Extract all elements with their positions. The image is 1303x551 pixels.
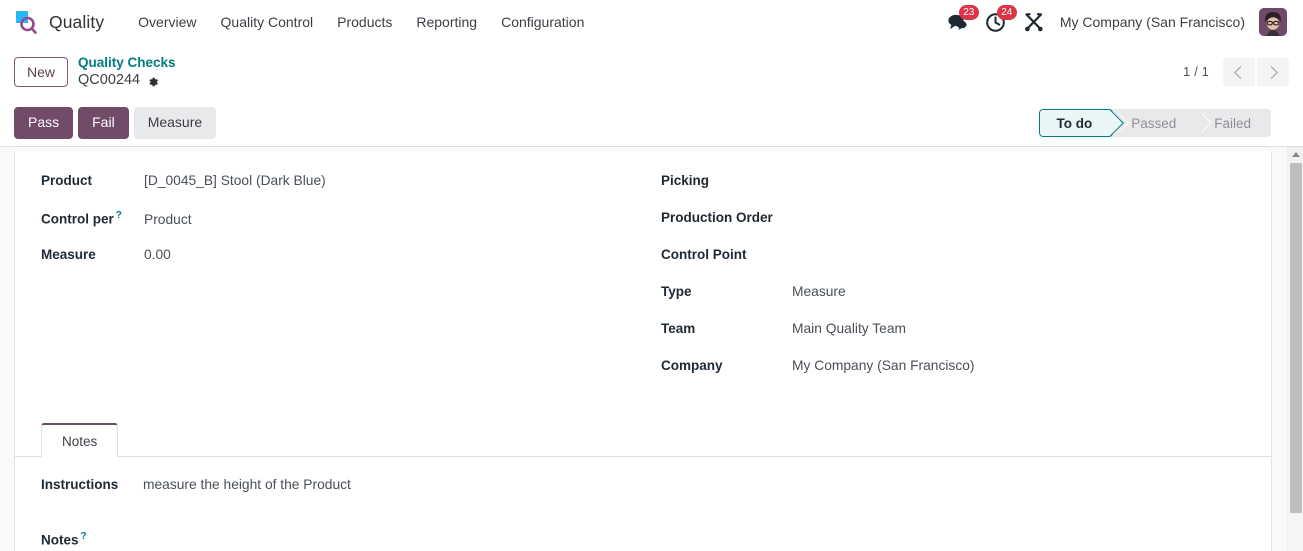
field-label-notes: Notes? [41,531,143,548]
breadcrumb-parent-quality-checks[interactable]: Quality Checks [78,55,176,72]
field-company: Company My Company (San Francisco) [661,358,1245,395]
field-label-control-point: Control Point [661,247,747,262]
chevron-right-icon [1265,65,1278,79]
menu-item-configuration[interactable]: Configuration [489,8,596,36]
status-stage-failed[interactable]: Failed [1196,109,1271,137]
scrollbar-thumb[interactable] [1290,163,1302,513]
menu-item-products[interactable]: Products [325,8,404,36]
field-label-production-order: Production Order [661,210,773,225]
field-picking: Picking [661,173,1245,210]
notebook: Notes Instructions measure the height of… [15,423,1271,548]
brand-name: Quality [49,11,105,32]
field-label-company: Company [661,358,723,373]
field-value-company[interactable]: My Company (San Francisco) [792,358,974,373]
field-value-control-per[interactable]: Product [144,212,192,227]
breadcrumb: Quality Checks QC00244 [78,55,176,90]
menu-item-quality-control[interactable]: Quality Control [209,8,326,36]
field-label-control-per: Control per? [41,210,144,227]
status-bar: To do Passed Failed [1039,109,1271,137]
app-brand[interactable]: Quality [10,9,104,35]
fail-button[interactable]: Fail [78,107,129,139]
gear-icon[interactable] [147,74,159,87]
field-label-team: Team [661,321,696,336]
user-avatar[interactable] [1259,8,1287,36]
status-stage-passed[interactable]: Passed [1113,109,1196,137]
form-sheet: Product [D_0045_B] Stool (Dark Blue) Con… [14,151,1272,551]
chat-bubble-icon[interactable]: 23 [946,5,979,34]
main-menu: Overview Quality Control Products Report… [126,8,596,36]
notebook-page-notes: Instructions measure the height of the P… [41,457,1245,548]
field-type: Type Measure [661,284,1245,321]
field-label-type: Type [661,284,692,299]
field-control-per: Control per? Product [41,210,661,247]
pager-count: 1 / 1 [1183,65,1209,79]
field-value-instructions[interactable]: measure the height of the Product [143,477,351,492]
status-stage-todo[interactable]: To do [1039,109,1114,137]
field-label-instructions: Instructions [41,477,119,492]
menu-item-overview[interactable]: Overview [126,8,208,36]
field-value-measure[interactable]: 0.00 [144,247,171,262]
vertical-scrollbar[interactable] [1287,147,1303,551]
help-icon[interactable]: ? [81,531,87,542]
notebook-tab-list: Notes [15,423,1271,457]
field-production-order: Production Order [661,210,1245,247]
field-label-notes-text: Notes [41,532,79,548]
top-navbar: Quality Overview Quality Control Product… [0,0,1303,44]
navbar-systray: 23 24 My Company (San Francisco) [946,5,1291,36]
field-label-control-per-text: Control per [41,211,114,227]
form-column-left: Product [D_0045_B] Stool (Dark Blue) Con… [41,173,661,395]
field-notes: Notes? [41,531,1245,548]
control-panel-actions: Pass Fail Measure To do Passed Failed [0,100,1303,147]
activities-count-badge: 24 [996,5,1017,20]
messages-count-badge: 23 [958,5,979,20]
field-value-product[interactable]: [D_0045_B] Stool (Dark Blue) [144,173,326,188]
help-icon[interactable]: ? [116,210,122,221]
field-label-picking: Picking [661,173,710,188]
clock-icon[interactable]: 24 [984,5,1017,34]
form-view-area: Product [D_0045_B] Stool (Dark Blue) Con… [0,147,1303,551]
menu-item-reporting[interactable]: Reporting [404,8,489,36]
pass-button[interactable]: Pass [14,107,74,139]
quality-magnifier-logo-icon [14,9,40,35]
field-product: Product [D_0045_B] Stool (Dark Blue) [41,173,661,210]
field-label-product: Product [41,173,93,188]
form-field-grid: Product [D_0045_B] Stool (Dark Blue) Con… [41,173,1245,395]
pager-previous-button[interactable] [1223,58,1255,86]
new-record-button[interactable]: New [14,56,69,88]
chevron-left-icon [1234,65,1247,79]
breadcrumb-current-record: QC00244 [78,72,141,89]
field-instructions: Instructions measure the height of the P… [41,477,1245,492]
pager-next-button[interactable] [1257,58,1289,86]
control-panel-breadcrumb: New Quality Checks QC00244 1 / 1 [0,44,1303,100]
wrench-tools-icon[interactable] [1022,10,1046,34]
measure-button[interactable]: Measure [133,107,217,139]
scrollbar-up-arrow-icon[interactable] [1288,147,1303,161]
record-pager: 1 / 1 [1183,58,1289,86]
tab-notes[interactable]: Notes [41,423,119,457]
field-value-team[interactable]: Main Quality Team [792,321,906,336]
field-label-measure: Measure [41,247,96,262]
company-switcher[interactable]: My Company (San Francisco) [1060,14,1245,30]
field-value-type[interactable]: Measure [792,284,846,299]
field-control-point: Control Point [661,247,1245,284]
field-team: Team Main Quality Team [661,321,1245,358]
field-measure: Measure 0.00 [41,247,661,284]
form-column-right: Picking Production Order Control Point T… [661,173,1245,395]
